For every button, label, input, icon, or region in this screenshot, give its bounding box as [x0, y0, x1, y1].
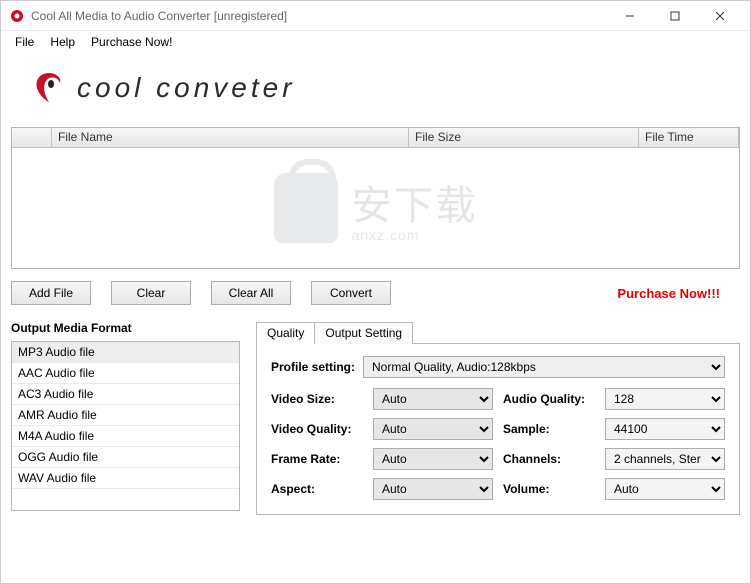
window-title: Cool All Media to Audio Converter [unreg… [31, 9, 607, 23]
button-row: Add File Clear Clear All Convert Purchas… [11, 281, 740, 305]
minimize-button[interactable] [607, 2, 652, 30]
grid-header: File Name File Size File Time [12, 128, 739, 148]
format-item[interactable]: OGG Audio file [12, 447, 239, 468]
format-panel: Output Media Format MP3 Audio file AAC A… [11, 321, 240, 515]
format-list[interactable]: MP3 Audio file AAC Audio file AC3 Audio … [11, 341, 240, 511]
profile-label: Profile setting: [271, 360, 363, 374]
clear-all-button[interactable]: Clear All [211, 281, 291, 305]
format-item[interactable]: MP3 Audio file [12, 342, 239, 363]
volume-select[interactable]: Auto [605, 478, 725, 500]
frame-rate-select[interactable]: Auto [373, 448, 493, 470]
tab-quality[interactable]: Quality [256, 322, 315, 344]
channels-select[interactable]: 2 channels, Ster [605, 448, 725, 470]
watermark-sub: anxz.com [352, 227, 478, 243]
purchase-link[interactable]: Purchase Now!!! [617, 286, 720, 301]
sample-label: Sample: [503, 422, 595, 436]
logo-icon [31, 70, 67, 106]
grid-header-check[interactable] [12, 128, 52, 147]
aspect-label: Aspect: [271, 482, 363, 496]
format-title: Output Media Format [11, 321, 240, 335]
menu-help[interactable]: Help [42, 33, 83, 51]
channels-label: Channels: [503, 452, 595, 466]
menu-purchase[interactable]: Purchase Now! [83, 33, 180, 51]
add-file-button[interactable]: Add File [11, 281, 91, 305]
profile-select[interactable]: Normal Quality, Audio:128kbps [363, 356, 725, 378]
menu-file[interactable]: File [7, 33, 42, 51]
close-button[interactable] [697, 2, 742, 30]
menubar: File Help Purchase Now! [1, 31, 750, 53]
logo-text: cool conveter [77, 72, 296, 104]
settings-panel: Quality Output Setting Profile setting: … [256, 321, 740, 515]
convert-button[interactable]: Convert [311, 281, 391, 305]
shield-icon [274, 173, 338, 243]
watermark: 安下载 anxz.com [274, 173, 478, 243]
format-item[interactable]: AAC Audio file [12, 363, 239, 384]
tab-content-quality: Profile setting: Normal Quality, Audio:1… [256, 343, 740, 515]
format-item[interactable]: AC3 Audio file [12, 384, 239, 405]
aspect-select[interactable]: Auto [373, 478, 493, 500]
volume-label: Volume: [503, 482, 595, 496]
logo-area: cool conveter [11, 59, 740, 127]
video-quality-select[interactable]: Auto [373, 418, 493, 440]
clear-button[interactable]: Clear [111, 281, 191, 305]
grid-body[interactable]: 安下载 anxz.com [12, 148, 739, 268]
grid-header-size[interactable]: File Size [409, 128, 639, 147]
format-item[interactable]: WAV Audio file [12, 468, 239, 489]
frame-rate-label: Frame Rate: [271, 452, 363, 466]
tabbar: Quality Output Setting [256, 321, 740, 343]
format-item[interactable]: M4A Audio file [12, 426, 239, 447]
tab-output-setting[interactable]: Output Setting [314, 322, 413, 344]
audio-quality-label: Audio Quality: [503, 392, 595, 406]
grid-header-name[interactable]: File Name [52, 128, 409, 147]
maximize-button[interactable] [652, 2, 697, 30]
audio-quality-select[interactable]: 128 [605, 388, 725, 410]
format-item[interactable]: AMR Audio file [12, 405, 239, 426]
file-grid: File Name File Size File Time 安下载 anxz.c… [11, 127, 740, 269]
grid-header-time[interactable]: File Time [639, 128, 739, 147]
watermark-text: 安下载 [352, 173, 478, 231]
video-quality-label: Video Quality: [271, 422, 363, 436]
video-size-select[interactable]: Auto [373, 388, 493, 410]
titlebar: Cool All Media to Audio Converter [unreg… [1, 1, 750, 31]
app-icon [9, 8, 25, 24]
video-size-label: Video Size: [271, 392, 363, 406]
sample-select[interactable]: 44100 [605, 418, 725, 440]
